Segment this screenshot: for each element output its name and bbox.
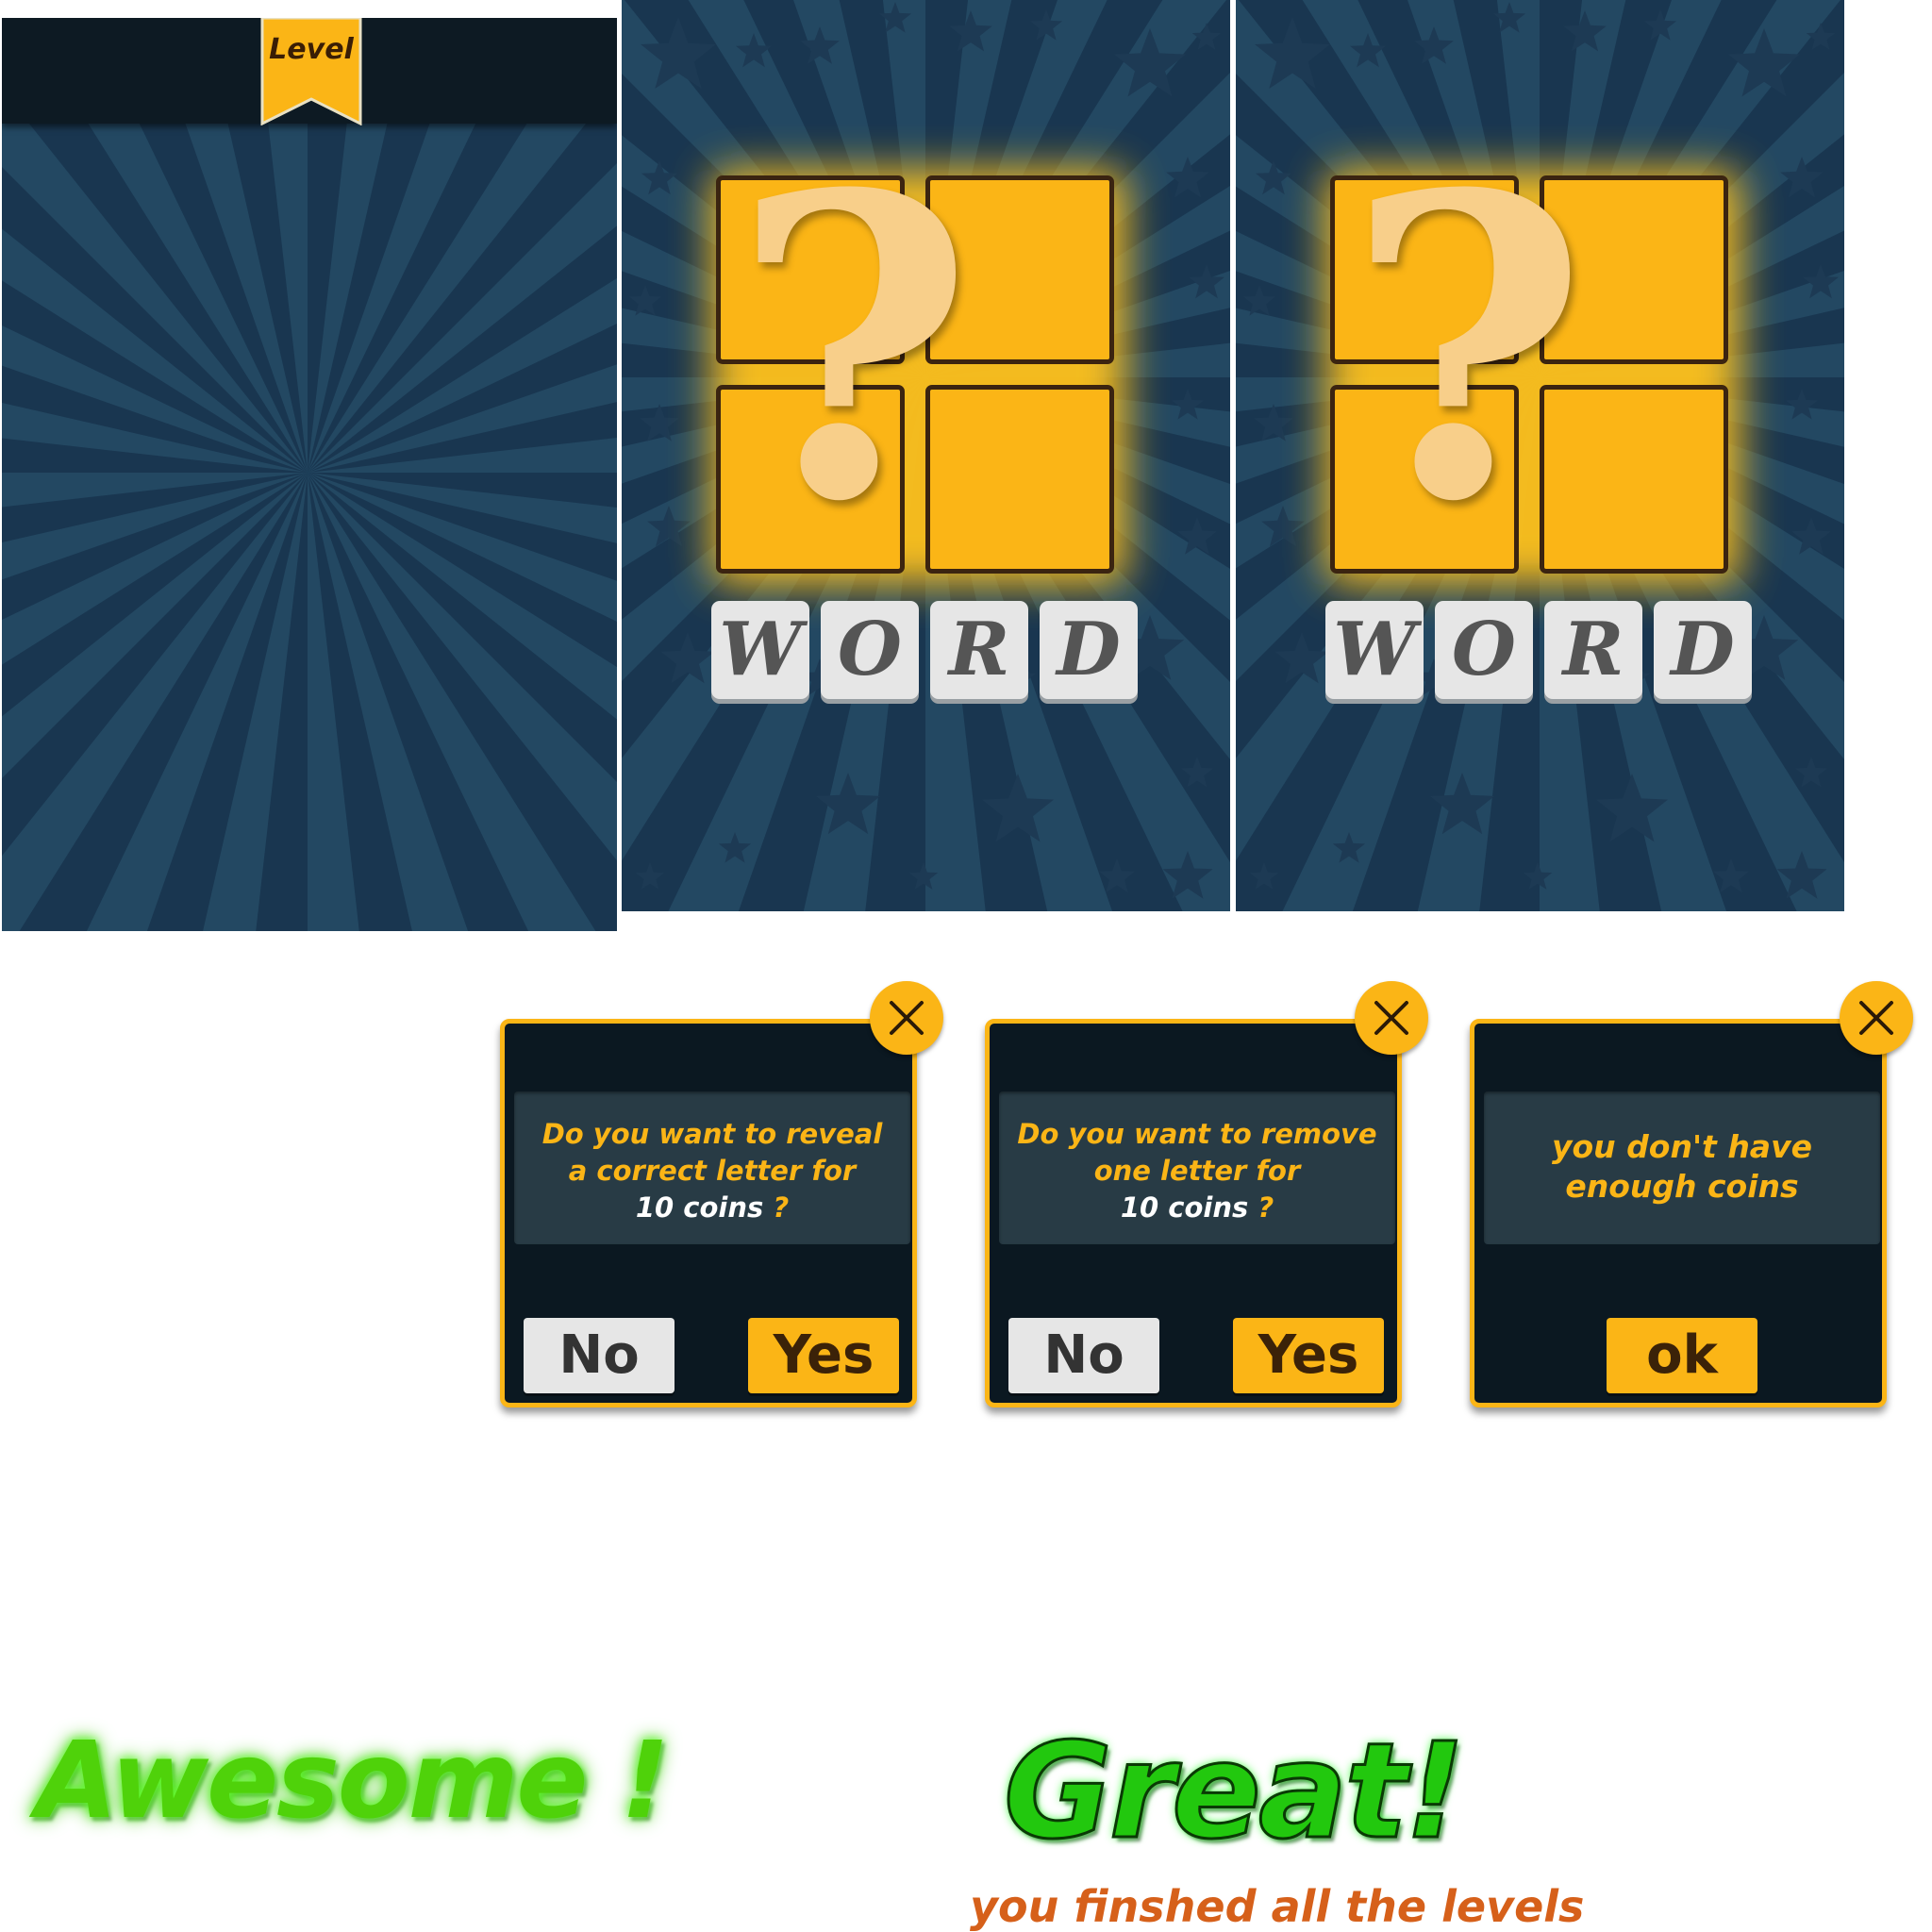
close-button[interactable]: [1840, 981, 1913, 1055]
yes-button[interactable]: Yes: [1233, 1318, 1384, 1393]
close-x-icon: [1859, 1001, 1893, 1035]
splash-screen-2: ? W O R D: [1236, 0, 1844, 911]
message-box: Do you want to remove one letter for 10 …: [999, 1091, 1395, 1244]
cost-suffix: ?: [1248, 1191, 1274, 1224]
close-x-icon: [890, 1001, 924, 1035]
dialog-message: you don't have enough coins: [1491, 1127, 1873, 1207]
level-label: Level: [269, 33, 354, 66]
letter-tile: O: [821, 601, 919, 699]
remove-letter-dialog: Do you want to remove one letter for 10 …: [985, 1019, 1402, 1407]
cost-suffix: ?: [763, 1191, 790, 1224]
message-box: Do you want to reveal a correct letter f…: [514, 1091, 910, 1244]
dialog-message: Do you want to remove one letter for 10 …: [1007, 1116, 1388, 1226]
coin-cost: 10 coins: [635, 1191, 764, 1224]
no-button[interactable]: No: [524, 1318, 675, 1393]
letter-tile: D: [1654, 601, 1752, 699]
sunburst-background: [2, 18, 617, 931]
letter-tile: W: [711, 601, 809, 699]
message-line: Do you want to remove: [1017, 1118, 1377, 1150]
message-line: you don't have: [1552, 1128, 1812, 1165]
ok-button[interactable]: ok: [1607, 1318, 1757, 1393]
cost-line: 10 coins ?: [522, 1190, 903, 1226]
question-mark: ?: [1345, 105, 1589, 592]
letter-tile: D: [1040, 601, 1138, 699]
message-line: enough coins: [1565, 1168, 1799, 1205]
dialog-message: Do you want to reveal a correct letter f…: [522, 1116, 903, 1226]
level-screen: Level: [2, 18, 617, 931]
coin-cost: 10 coins: [1120, 1191, 1249, 1224]
message-box: you don't have enough coins: [1484, 1091, 1880, 1244]
cost-line: 10 coins ?: [1007, 1190, 1388, 1226]
close-button[interactable]: [1355, 981, 1428, 1055]
letter-tile: R: [930, 601, 1028, 699]
message-line: Do you want to reveal: [541, 1118, 883, 1150]
close-x-icon: [1374, 1001, 1408, 1035]
finished-message: you finshed all the levels: [970, 1881, 1585, 1932]
message-line: one letter for: [1093, 1155, 1301, 1187]
letter-tile: O: [1435, 601, 1533, 699]
splash-screen-1: ? W O R D: [622, 0, 1230, 911]
message-line: a correct letter for: [568, 1155, 857, 1187]
letter-tile: R: [1544, 601, 1642, 699]
great-message: Great!: [1002, 1715, 1466, 1869]
close-button[interactable]: [870, 981, 943, 1055]
question-mark: ?: [731, 105, 974, 592]
no-button[interactable]: No: [1008, 1318, 1159, 1393]
reveal-letter-dialog: Do you want to reveal a correct letter f…: [500, 1019, 917, 1407]
letter-tile: W: [1325, 601, 1424, 699]
yes-button[interactable]: Yes: [748, 1318, 899, 1393]
not-enough-coins-dialog: you don't have enough coins ok: [1470, 1019, 1887, 1407]
awesome-message: Awesome !: [36, 1720, 669, 1842]
